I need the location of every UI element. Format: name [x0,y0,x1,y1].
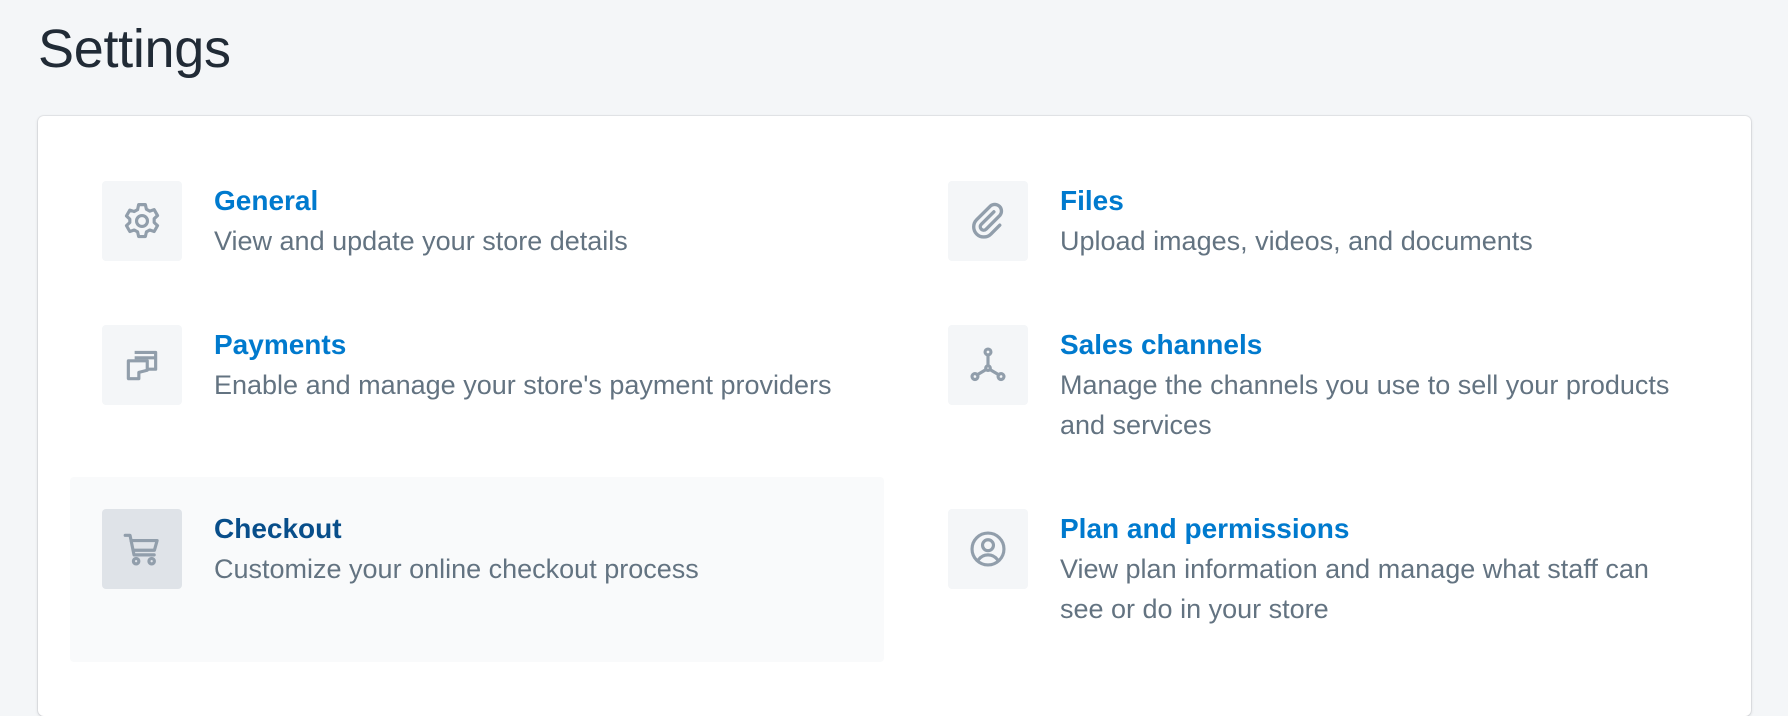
payment-cards-icon [102,325,182,405]
settings-item-plan-permissions[interactable]: Plan and permissions View plan informati… [916,509,1730,639]
gear-icon [102,181,182,261]
settings-card: General View and update your store detai… [38,116,1751,716]
settings-item-description: Customize your online checkout process [214,554,699,584]
channels-icon [948,325,1028,405]
settings-item-description: View plan information and manage what st… [1060,554,1649,624]
settings-item-files[interactable]: Files Upload images, videos, and documen… [916,181,1730,271]
settings-item-title[interactable]: Checkout [214,509,834,549]
settings-item-title[interactable]: Files [1060,181,1680,221]
settings-item-title[interactable]: General [214,181,834,221]
settings-item-general[interactable]: General View and update your store detai… [70,181,884,271]
settings-item-checkout[interactable]: Checkout Customize your online checkout … [70,477,884,662]
settings-item-title[interactable]: Payments [214,325,834,365]
settings-item-description: Enable and manage your store's payment p… [214,370,832,400]
settings-item-description: Upload images, videos, and documents [1060,226,1533,256]
cart-icon [102,509,182,589]
settings-item-sales-channels[interactable]: Sales channels Manage the channels you u… [916,325,1730,455]
settings-item-description: Manage the channels you use to sell your… [1060,370,1670,440]
profile-icon [948,509,1028,589]
paperclip-icon [948,181,1028,261]
page-title: Settings [38,19,231,79]
settings-item-payments[interactable]: Payments Enable and manage your store's … [70,325,884,455]
settings-item-description: View and update your store details [214,226,628,256]
settings-item-title[interactable]: Sales channels [1060,325,1680,365]
settings-item-title[interactable]: Plan and permissions [1060,509,1680,549]
